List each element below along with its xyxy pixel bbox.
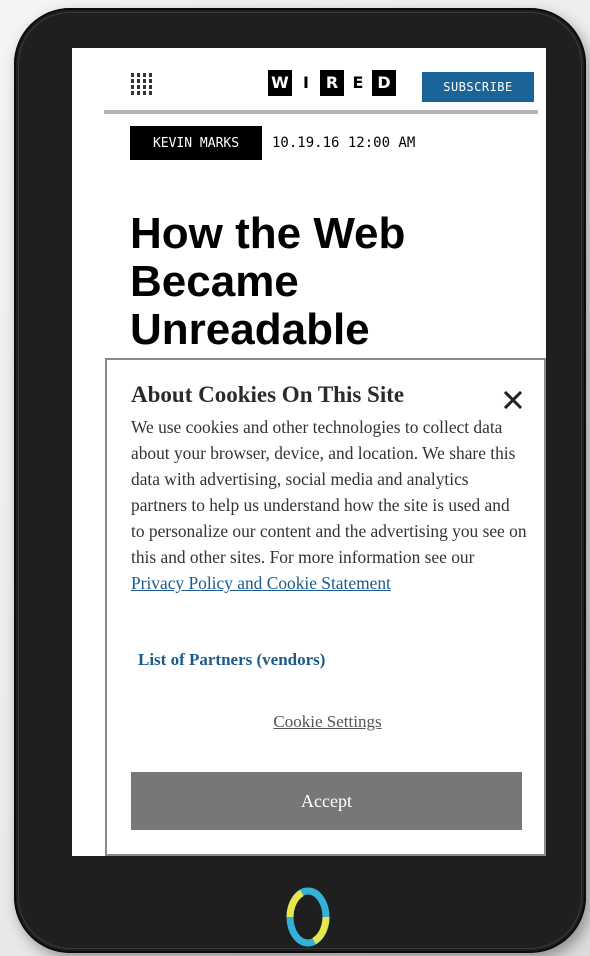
phone-device: W I R E D SUBSCRIBE KEVIN MARKS 10.19.16…	[14, 8, 586, 953]
logo-letter-w: W	[268, 70, 292, 96]
logo-letter-i: I	[294, 70, 318, 96]
cookie-consent-dialog: About Cookies On This Site We use cookie…	[105, 358, 546, 856]
close-icon[interactable]	[501, 388, 525, 412]
cookie-description: We use cookies and other technologies to…	[131, 414, 527, 596]
wired-logo[interactable]: W I R E D	[268, 70, 396, 98]
site-header: W I R E D SUBSCRIBE	[72, 48, 546, 114]
headline-line: Unreadable	[130, 305, 370, 354]
partners-list-link[interactable]: List of Partners (vendors)	[138, 650, 325, 670]
phone-screen: W I R E D SUBSCRIBE KEVIN MARKS 10.19.16…	[72, 48, 546, 856]
cookie-body-text: We use cookies and other technologies to…	[131, 417, 527, 567]
privacy-policy-link[interactable]: Privacy Policy and Cookie Statement	[131, 573, 391, 593]
subscribe-button[interactable]: SUBSCRIBE	[422, 72, 534, 102]
accept-button[interactable]: Accept	[131, 772, 522, 830]
publish-date: 10.19.16 12:00 AM	[272, 135, 416, 151]
article-headline: How the Web Became Unreadable	[130, 210, 530, 354]
header-divider	[104, 110, 538, 114]
author-badge[interactable]: KEVIN MARKS	[130, 126, 262, 160]
logo-letter-e: E	[346, 70, 370, 96]
home-button-icon[interactable]	[280, 884, 336, 950]
grid-menu-icon[interactable]	[130, 72, 156, 96]
logo-letter-r: R	[320, 70, 344, 96]
logo-letter-d: D	[372, 70, 396, 96]
cookie-dialog-title: About Cookies On This Site	[131, 382, 405, 407]
headline-line: How the Web	[130, 209, 406, 258]
cookie-settings-link[interactable]: Cookie Settings	[107, 712, 546, 732]
headline-line: Became	[130, 257, 299, 306]
